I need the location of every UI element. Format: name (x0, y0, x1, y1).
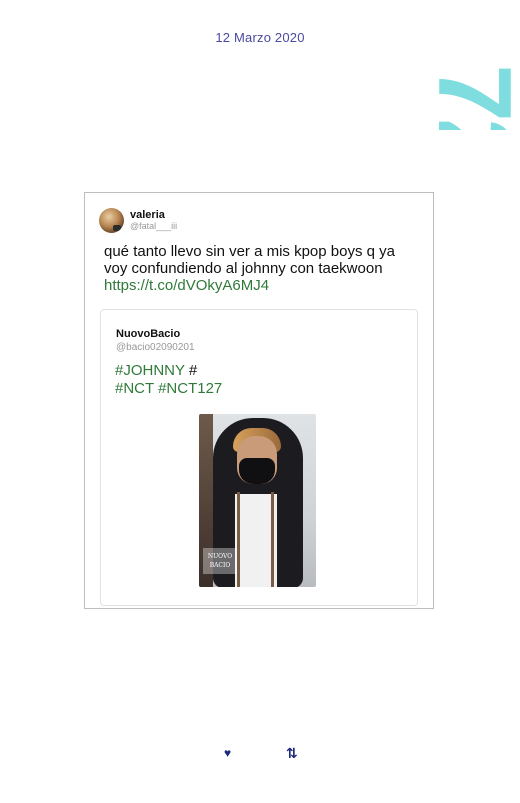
quoted-tweet-text: #JOHNNY # #NCT #NCT127 (115, 362, 405, 398)
tweet-header: valeria @fatal___iii (99, 208, 177, 233)
hashtag-johnny[interactable]: #JOHNNY (115, 362, 185, 379)
tweet-photo[interactable]: NUOVO BACIO (199, 414, 316, 587)
page-number-text: 72 (434, 64, 514, 130)
hashtag-nct[interactable]: #NCT (115, 380, 154, 397)
watermark-line-2: BACIO (209, 562, 231, 569)
heart-icon[interactable]: ♥ (224, 746, 231, 760)
quoted-display-name[interactable]: NuovoBacio (116, 328, 180, 340)
hashtag-separator: # (184, 362, 198, 379)
hashtag-nct127[interactable]: #NCT127 (158, 380, 222, 397)
quoted-user-handle[interactable]: @bacio02090201 (116, 342, 195, 353)
tweet-body: qué tanto llevo sin ver a mis kpop boys … (104, 243, 395, 277)
tweet-actions: ♥ ⇅ (0, 745, 520, 766)
tweet-card: valeria @fatal___iii qué tanto llevo sin… (84, 192, 434, 609)
user-meta: valeria @fatal___iii (130, 209, 177, 232)
photo-watermark: NUOVO BACIO (203, 548, 237, 574)
user-handle[interactable]: @fatal___iii (130, 221, 177, 232)
photo-strap-left (237, 492, 240, 587)
avatar[interactable] (99, 208, 124, 233)
tweet-text: qué tanto llevo sin ver a mis kpop boys … (104, 243, 419, 294)
watermark-line-1: NUOVO (207, 553, 233, 560)
quoted-tweet-card[interactable]: NuovoBacio @bacio02090201 #JOHNNY # #NCT… (100, 309, 418, 606)
photo-mask (239, 458, 275, 484)
page-number: 72 (434, 10, 514, 130)
display-name[interactable]: valeria (130, 209, 177, 221)
retweet-icon[interactable]: ⇅ (286, 745, 298, 762)
photo-strap-right (271, 492, 274, 587)
tweet-link[interactable]: https://t.co/dVOkyA6MJ4 (104, 277, 269, 294)
